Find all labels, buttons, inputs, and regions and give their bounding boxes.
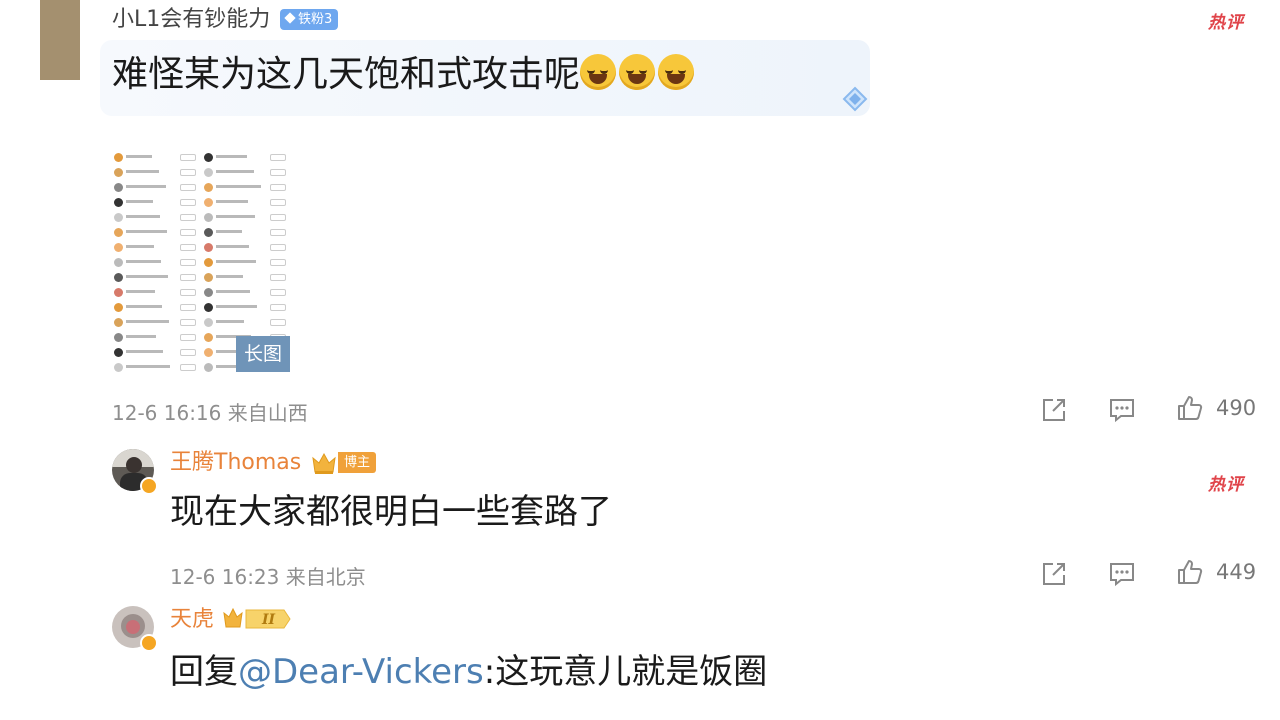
like-icon[interactable] [1176,558,1204,586]
share-icon[interactable] [1040,560,1068,588]
comment-meta: 12-6 16:16 来自山西 [112,397,308,426]
author-badge: 博主 [338,452,377,473]
diamond-icon [842,86,868,112]
reply-prefix: 回复 [170,652,238,692]
laughing-crying-emoji-icon [658,54,695,90]
like-count: 490 [1216,396,1257,420]
comment-time: 12-6 16:23 [170,565,280,589]
mention-link[interactable]: @Dear-Vickers [238,652,484,692]
comment-text: 现在大家都很明白一些套路了 [170,492,612,532]
fan-badge-label: 铁粉3 [298,12,333,27]
comment-icon[interactable] [1108,560,1136,588]
verified-badge-icon [140,477,158,495]
comment-text-content: :这玩意儿就是饭圈 [483,652,768,692]
thumbnail-row [112,358,200,372]
level-badge-text: II [261,612,276,628]
fan-badge: 铁粉3 [280,9,339,30]
comment-time: 12-6 16:16 [112,401,222,425]
avatar[interactable] [40,0,80,80]
comment-location: 来自山西 [227,401,308,425]
comment-meta: 12-6 16:23 来自北京 [170,561,366,590]
hot-comment-label: 热评 [1208,13,1244,33]
comment-username[interactable]: 小L1会有钞能力 [112,6,270,34]
comment-location: 来自北京 [285,565,366,589]
crown-icon [312,452,336,474]
comment-text-content: 难怪某为这几天饱和式攻击呢 [112,54,581,95]
share-icon[interactable] [1040,396,1068,424]
comment-text: 难怪某为这几天饱和式攻击呢 [112,51,697,99]
laughing-crying-emoji-icon [580,54,617,90]
long-image-tag: 长图 [236,336,290,372]
level-badge-icon: II [223,607,291,629]
verified-badge-icon [140,634,158,652]
comment-icon[interactable] [1108,396,1136,424]
hot-comment-label: 热评 [1208,475,1244,495]
comment-text: 回复@Dear-Vickers:这玩意儿就是饭圈 [170,648,767,696]
comment-username[interactable]: 天虎 [170,606,214,634]
diamond-icon [284,12,296,24]
like-icon[interactable] [1176,394,1204,422]
comment-username[interactable]: 王腾Thomas [170,449,301,477]
laughing-crying-emoji-icon [619,54,656,90]
like-count: 449 [1216,560,1257,584]
